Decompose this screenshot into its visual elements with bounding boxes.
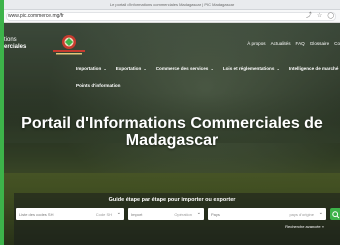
topnav-news[interactable]: Actualités — [271, 41, 291, 46]
country-select[interactable]: Pays pays d'origine ⌄ — [208, 208, 326, 220]
nav-laws-label: Lois et réglementations — [222, 66, 275, 71]
operation-value: Opération — [174, 212, 192, 217]
search-icon — [332, 211, 340, 219]
brand-line-1: tions — [4, 37, 17, 43]
nav-services-trade[interactable]: Commerce des services ⌄ — [156, 66, 214, 71]
browser-titlebar: Le portail d'informations commerciales M… — [4, 0, 340, 10]
search-panel: Guide étape par étape pour importer ou e… — [14, 193, 340, 245]
chevron-down-icon: ⌄ — [275, 66, 280, 71]
brand-line-2: erciales — [4, 44, 27, 50]
nav-market-intelligence[interactable]: Intelligence de marché ⌄ — [289, 66, 340, 71]
chevron-down-icon: ⌄ — [102, 66, 107, 71]
main-navigation: Importation ⌄ Exportation ⌄ Commerce des… — [76, 66, 340, 71]
url-text: www.pic.commerce.mg/fr — [8, 13, 64, 19]
nav-market-label: Intelligence de marché — [288, 66, 339, 71]
chevron-down-icon: ⌄ — [196, 210, 201, 216]
operation-placeholder: Import — [131, 212, 143, 217]
top-navigation: À propos Actualités FAQ Glossaire Co — [247, 41, 340, 46]
share-icon[interactable]: ⤴ — [306, 12, 312, 21]
topnav-glossary[interactable]: Glossaire — [310, 41, 329, 46]
nav-exportation-label: Exportation — [115, 66, 142, 71]
topnav-about[interactable]: À propos — [247, 41, 265, 46]
nav-laws-regulations[interactable]: Lois et réglementations ⌄ — [223, 66, 280, 71]
hs-code-select[interactable]: Liste des codes SH Code SH ⌄ — [16, 208, 124, 220]
chevron-down-icon: ⌄ — [318, 210, 323, 216]
profile-icon[interactable]: ◯ — [327, 12, 334, 21]
topnav-faq[interactable]: FAQ — [296, 41, 305, 46]
nav-information-points[interactable]: Points d'information — [76, 83, 120, 88]
chevron-down-icon: ⌄ — [142, 66, 147, 71]
search-button[interactable] — [330, 208, 340, 220]
country-value: pays d'origine — [289, 212, 314, 217]
nav-importation[interactable]: Importation ⌄ — [76, 66, 107, 71]
nav-importation-label: Importation — [76, 66, 102, 71]
hero-title: Portail d'Informations Commerciales de M… — [21, 115, 323, 149]
bookmark-star-icon[interactable]: ☆ — [317, 12, 322, 21]
topnav-contact[interactable]: Co — [334, 41, 340, 46]
nav-exportation[interactable]: Exportation ⌄ — [116, 66, 147, 71]
guide-heading: Guide étape par étape pour importer ou e… — [108, 197, 236, 203]
chevron-down-icon: ⌄ — [116, 210, 121, 216]
ministry-logo[interactable] — [48, 33, 90, 57]
nav-services-trade-label: Commerce des services — [155, 66, 209, 71]
address-bar: www.pic.commerce.mg/fr ⤴ ☆ ◯ — [4, 10, 340, 23]
tab-title: Le portail d'informations commerciales M… — [109, 2, 235, 7]
browser-actions: ⤴ ☆ ◯ — [306, 12, 334, 21]
page-content: tions erciales À propos Actualités FAQ G… — [4, 23, 340, 245]
operation-select[interactable]: Import Opération ⌄ — [128, 208, 204, 220]
advanced-search-link[interactable]: Recherche avancée » — [285, 224, 324, 229]
chevron-down-icon: ⌄ — [209, 66, 214, 71]
country-placeholder: Pays — [211, 212, 220, 217]
hs-code-placeholder: Liste des codes SH — [19, 212, 54, 217]
site-brand[interactable]: tions erciales — [4, 37, 26, 51]
hs-code-value: Code SH — [95, 212, 112, 217]
